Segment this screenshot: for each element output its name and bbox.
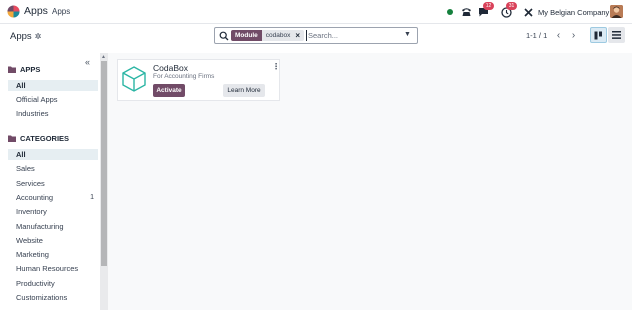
sidebar-item-services[interactable]: Services — [8, 178, 98, 189]
sidebar-item-category-all[interactable]: All — [8, 149, 98, 160]
activity-badge: 12 — [483, 2, 494, 10]
sidebar-item-label: Customizations — [16, 293, 68, 302]
chevron-left-icon[interactable]: ‹ — [551, 27, 566, 43]
sidebar-item-label: Sales — [16, 164, 35, 173]
sidebar-item-label: Human Resources — [16, 264, 79, 273]
sidebar-item-label: Industries — [16, 109, 49, 118]
categories-title: CATEGORIES — [20, 134, 70, 143]
top-navbar: Apps Apps 12 31 My Belgian Company — [0, 0, 632, 24]
status-indicator — [447, 9, 453, 15]
learn-more-button[interactable]: Learn More — [223, 84, 265, 97]
categories-section-title: CATEGORIES — [8, 134, 69, 143]
activity-icon[interactable]: 12 — [476, 2, 494, 19]
module-title: CodaBox — [153, 63, 188, 73]
company-switcher[interactable]: My Belgian Company — [538, 8, 609, 17]
caret-down-icon[interactable]: ▼ — [404, 31, 411, 38]
sidebar-item-human-resources[interactable]: Human Resources — [8, 263, 98, 274]
folder-icon — [8, 135, 16, 142]
kanban-icon — [594, 31, 602, 39]
sidebar-item-label: Official Apps — [16, 95, 58, 104]
sidebar-item-all-apps[interactable]: All — [8, 80, 98, 91]
facet-label: Module — [231, 30, 262, 41]
search-input[interactable] — [306, 30, 398, 41]
sidebar-item-official-apps[interactable]: Official Apps — [8, 94, 98, 105]
scrollbar-thumb[interactable] — [101, 61, 107, 266]
folder-icon — [8, 66, 16, 73]
sidebar-item-label: Productivity — [16, 279, 55, 288]
sidebar-item-website[interactable]: Website — [8, 235, 98, 246]
sidebar-item-productivity[interactable]: Productivity — [8, 278, 98, 289]
gear-icon[interactable]: ✲ — [35, 32, 42, 41]
page-title: Apps — [10, 31, 32, 42]
sidebar-item-label: Website — [16, 236, 43, 245]
sidebar-item-label: Accounting — [16, 193, 54, 202]
app-name[interactable]: Apps — [24, 5, 48, 17]
sidebar-item-label: Services — [16, 179, 45, 188]
scroll-up-icon[interactable]: ▲ — [101, 54, 106, 60]
activate-button[interactable]: Activate — [153, 84, 185, 97]
menu-item-apps[interactable]: Apps — [52, 7, 70, 16]
sidebar-item-label: Manufacturing — [16, 222, 64, 231]
clock-icon[interactable]: 31 — [499, 2, 517, 19]
sidebar-item-manufacturing[interactable]: Manufacturing — [8, 221, 98, 232]
sidebar-item-sales[interactable]: Sales — [8, 163, 98, 174]
debug-tools-icon[interactable] — [521, 5, 535, 19]
apps-section-title: APPS — [8, 65, 40, 74]
module-subtitle: For Accounting Firms — [153, 73, 215, 80]
search-facet: Module codabox × — [231, 30, 304, 41]
search-icon[interactable] — [219, 31, 229, 41]
close-icon[interactable]: × — [295, 30, 300, 41]
facet-value-box: codabox × — [261, 30, 304, 41]
sidebar-item-industries[interactable]: Industries — [8, 108, 98, 119]
kebab-menu-icon[interactable]: ⋮ — [272, 62, 280, 71]
sidebar-item-label: Marketing — [16, 250, 49, 259]
phone-icon[interactable] — [459, 5, 473, 19]
sidebar-item-inventory[interactable]: Inventory — [8, 206, 98, 217]
sidebar-item-label: Inventory — [16, 207, 47, 216]
sidebar-item-accounting[interactable]: Accounting 1 — [8, 192, 98, 203]
messages-badge: 31 — [506, 2, 517, 10]
chevron-right-icon[interactable]: › — [566, 27, 581, 43]
facet-value: codabox — [265, 32, 291, 39]
list-icon — [612, 31, 621, 39]
apps-title: APPS — [20, 65, 41, 74]
item-count: 1 — [90, 194, 94, 201]
pager-value[interactable]: 1-1 / 1 — [526, 31, 547, 40]
breadcrumb: Apps ✲ — [10, 31, 41, 42]
collapse-panel-icon[interactable]: « — [85, 57, 90, 67]
list-view-button[interactable] — [608, 27, 625, 43]
sidebar-item-label: All — [16, 81, 26, 90]
kanban-view-button[interactable] — [590, 27, 607, 43]
user-avatar[interactable] — [610, 5, 623, 18]
sidebar-item-marketing[interactable]: Marketing — [8, 249, 98, 260]
sidebar-item-label: All — [16, 150, 26, 159]
sidebar-item-customizations[interactable]: Customizations — [8, 292, 98, 303]
apps-menu-icon[interactable] — [7, 5, 20, 18]
module-box-icon — [122, 66, 146, 92]
